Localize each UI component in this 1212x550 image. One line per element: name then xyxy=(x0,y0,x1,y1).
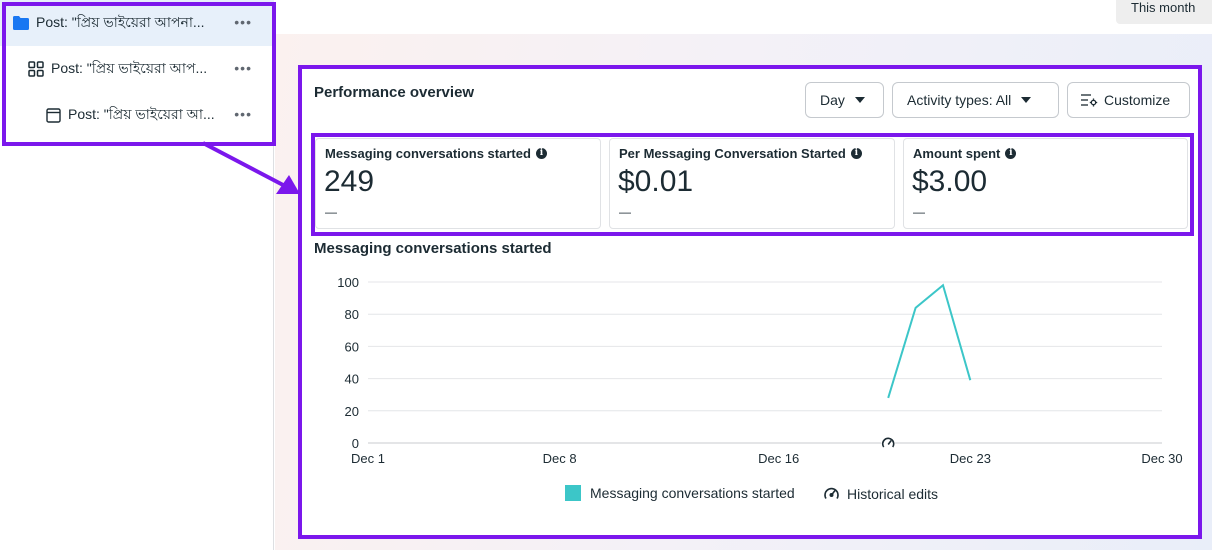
app-root: Post: "প্রিয় ভাইয়েরা আপনা... ••• Post:… xyxy=(0,0,1212,550)
annotation-arrow xyxy=(202,141,300,194)
arrow-shaft xyxy=(202,141,286,188)
